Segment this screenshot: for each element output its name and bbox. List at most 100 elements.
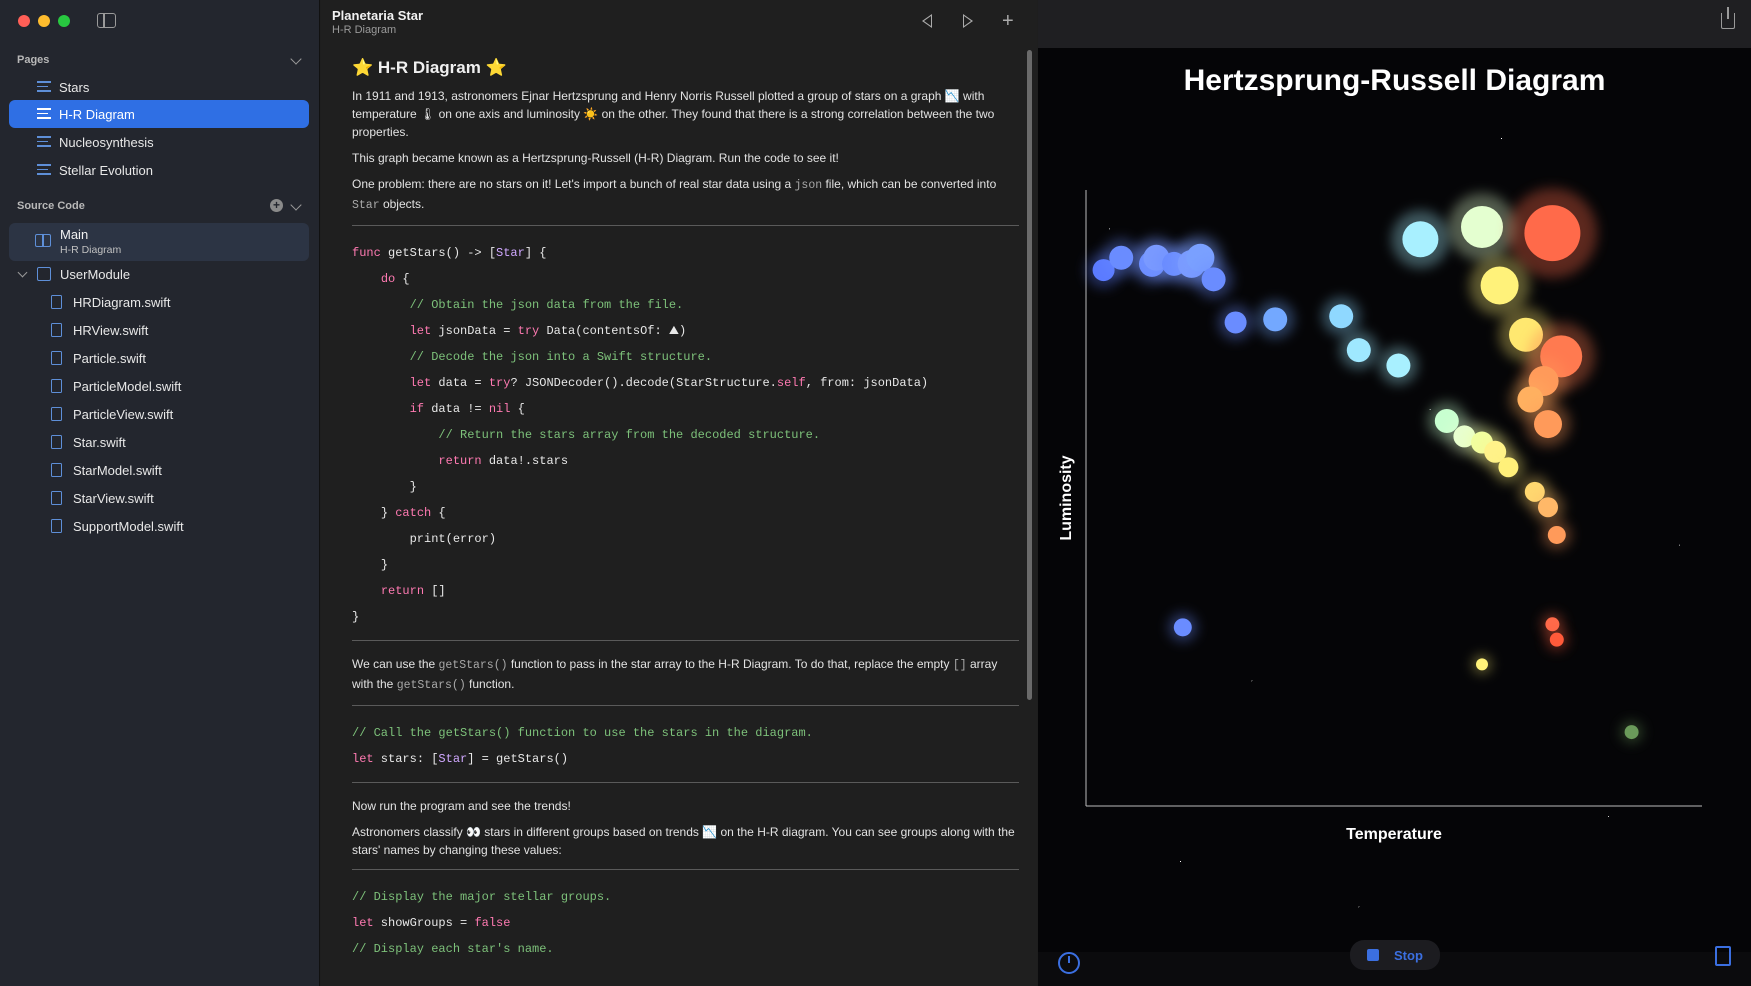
star-point [1534,410,1562,439]
file-item[interactable]: ParticleModel.swift [0,375,320,399]
editor-scrollbar[interactable] [1027,50,1032,700]
intro-paragraph: In 1911 and 1913, astronomers Ejnar Hert… [352,89,995,139]
back-icon[interactable] [922,14,932,28]
file-item[interactable]: SupportModel.swift [0,515,320,539]
divider [352,869,1019,870]
divider [352,782,1019,783]
file-item[interactable]: Star.swift [0,431,320,455]
live-view-footer: Stop [1038,940,1751,986]
star-point [1547,525,1566,544]
paragraph: Now run the program and see the trends! [352,799,571,813]
star-point [1201,267,1226,292]
sidebar-item-hr-diagram[interactable]: H-R Diagram [9,100,309,128]
document-title: Planetaria Star [332,8,424,23]
file-label: StarModel.swift [73,463,162,478]
star-point [1624,725,1639,740]
star-point [1263,307,1288,332]
chevron-down-icon[interactable] [17,267,28,278]
paragraph: This graph became known as a Hertzsprung… [352,151,839,165]
sidebar-item-label: Stars [59,79,90,95]
file-label: HRView.swift [73,323,149,338]
editor-pane: Planetaria Star H-R Diagram + ⭐️ H-R Dia… [321,0,1037,986]
divider [352,225,1019,226]
star-point [1498,457,1519,478]
file-icon [51,295,62,309]
star-point [1538,497,1558,518]
hr-diagram-chart: Hertzsprung-Russell Diagram Temperature … [1038,48,1751,952]
chevron-down-icon[interactable] [290,53,302,65]
file-item[interactable]: StarView.swift [0,487,320,511]
live-view: Hertzsprung-Russell Diagram Temperature … [1038,0,1751,986]
page-heading: ⭐️ H-R Diagram ⭐️ [352,58,507,77]
file-icon [51,519,62,533]
source-code-section-title: Source Code [17,200,85,212]
star-point [1329,304,1354,329]
star-point [1173,618,1192,637]
forward-icon[interactable] [963,14,973,28]
document-icon[interactable] [1715,946,1731,966]
stop-button[interactable]: Stop [1350,940,1440,970]
page-icon [37,164,51,175]
file-label: Particle.swift [73,351,146,366]
sidebar-item-nucleosynthesis[interactable]: Nucleosynthesis [9,128,309,156]
file-label: ParticleModel.swift [73,379,182,394]
code-block-groups[interactable]: // Display the major stellar groups. let… [352,884,1019,962]
file-label: HRDiagram.swift [73,295,171,310]
page-icon [37,108,51,119]
stop-icon [1367,949,1379,961]
sidebar-toggle-icon[interactable] [97,13,116,28]
file-icon [51,379,62,393]
file-icon [51,435,62,449]
data-points [1086,188,1643,744]
file-item[interactable]: HRDiagram.swift [0,291,320,315]
paragraph: Astronomers classify 👀 stars in differen… [352,825,1015,857]
document-content: ⭐️ H-R Diagram ⭐️ In 1911 and 1913, astr… [352,58,1019,962]
x-axis-label: Temperature [1346,826,1442,843]
file-label: StarView.swift [73,491,154,506]
add-icon[interactable]: + [1002,11,1014,31]
file-label: SupportModel.swift [73,519,184,534]
star-point [1346,338,1371,363]
sidebar-item-main[interactable]: Main H-R Diagram [9,223,309,261]
chevron-down-icon[interactable] [290,199,302,211]
sidebar-item-usermodule[interactable]: UserModule [0,264,320,286]
star-point [1549,632,1564,647]
book-icon [35,234,51,247]
file-icon [51,351,62,365]
file-item[interactable]: ParticleView.swift [0,403,320,427]
timer-icon[interactable] [1058,952,1080,974]
chart-svg: Temperature Luminosity [1058,188,1702,843]
code-block-stars[interactable]: // Call the getStars() function to use t… [352,720,1019,772]
sidebar-item-stellar-evolution[interactable]: Stellar Evolution [9,156,309,184]
page-icon [37,136,51,147]
main-subtitle: H-R Diagram [60,244,122,256]
sidebar-item-stars[interactable]: Stars [9,73,309,101]
star-point [1476,658,1488,671]
star-point [1480,266,1519,305]
star-point [1461,205,1503,248]
minimize-window-button[interactable] [38,15,50,27]
star-point [1386,353,1411,378]
zoom-window-button[interactable] [58,15,70,27]
file-item[interactable]: Particle.swift [0,347,320,371]
file-item[interactable]: HRView.swift [0,319,320,343]
file-item[interactable]: StarModel.swift [0,459,320,483]
sidebar-item-label: Nucleosynthesis [59,134,154,150]
module-icon [37,267,51,281]
star-point [1109,245,1134,270]
live-view-toolbar [1038,0,1751,48]
file-icon [51,407,62,421]
file-icon [51,491,62,505]
window-controls [18,15,70,27]
module-label: UserModule [60,267,131,282]
add-icon[interactable]: + [270,199,283,212]
file-label: Star.swift [73,435,126,450]
share-icon[interactable] [1721,7,1735,29]
close-window-button[interactable] [18,15,30,27]
file-label: ParticleView.swift [73,407,174,422]
sidebar-item-label: Stellar Evolution [59,162,153,178]
divider [352,705,1019,706]
code-block-getstars[interactable]: func getStars() -> [Star] { do { // Obta… [352,240,1019,630]
stop-label: Stop [1394,947,1423,963]
y-axis-label: Luminosity [1058,455,1075,540]
